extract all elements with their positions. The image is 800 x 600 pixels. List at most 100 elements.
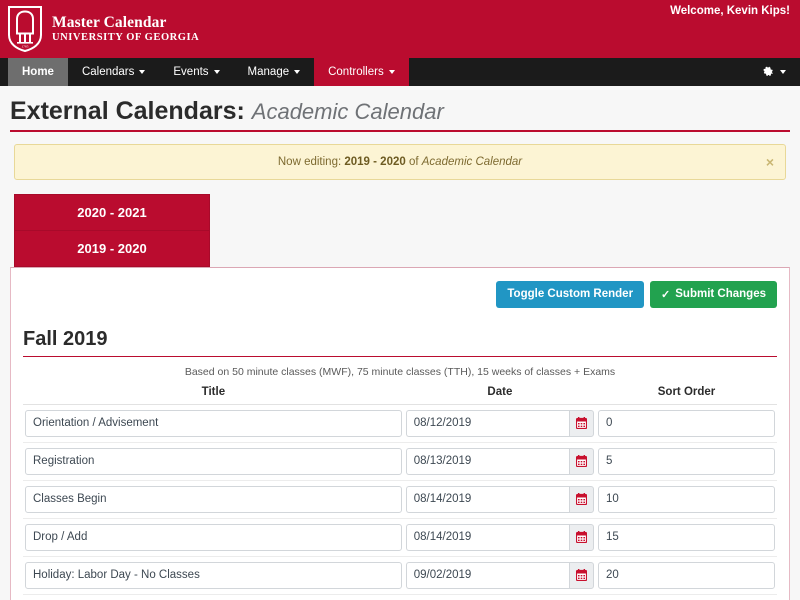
date-picker-button[interactable] <box>569 561 595 589</box>
chevron-down-icon <box>139 70 146 74</box>
cell-sort-order <box>596 556 777 595</box>
event-sort-order-input[interactable] <box>598 561 775 589</box>
alert-year: 2019 - 2020 <box>344 155 406 168</box>
panel-action-bar: Toggle Custom Render ✓ Submit Changes <box>23 278 777 308</box>
term-title: Fall 2019 <box>23 327 108 350</box>
event-date-input[interactable] <box>405 409 570 437</box>
event-sort-order-input[interactable] <box>598 523 775 551</box>
nav-settings-menu[interactable] <box>762 58 786 86</box>
cell-sort-order <box>596 518 777 557</box>
column-header-date: Date <box>403 385 597 405</box>
nav-item-controllers[interactable]: Controllers <box>314 58 409 86</box>
cell-sort-order <box>596 594 777 600</box>
tab-2020-2021[interactable]: 2020 - 2021 <box>14 193 210 230</box>
date-picker-button[interactable] <box>569 485 595 513</box>
table-row <box>23 556 777 595</box>
cell-title <box>23 556 404 595</box>
cell-title <box>23 442 404 481</box>
table-row <box>23 442 777 481</box>
event-sort-order-input[interactable] <box>598 409 775 437</box>
nav-item-manage-label: Manage <box>247 66 290 78</box>
event-title-input[interactable] <box>25 409 402 437</box>
calendar-editor-panel: Toggle Custom Render ✓ Submit Changes Fa… <box>10 266 790 600</box>
nav-item-calendars-label: Calendars <box>81 66 135 78</box>
event-sort-order-input[interactable] <box>598 447 775 475</box>
cell-title <box>23 594 404 600</box>
svg-text:1785: 1785 <box>22 45 29 49</box>
chevron-down-icon <box>388 70 395 74</box>
alert-middle: of <box>408 155 419 168</box>
calendar-icon <box>576 493 588 506</box>
cell-date <box>403 480 597 519</box>
gear-icon <box>763 66 774 76</box>
calendar-events-table: Title Date Sort Order <box>23 385 777 600</box>
page-title-main: External Calendars: <box>10 97 245 125</box>
table-head: Title Date Sort Order <box>23 385 777 405</box>
toggle-custom-render-button[interactable]: Toggle Custom Render <box>496 280 645 308</box>
event-date-input[interactable] <box>405 561 570 589</box>
table-row <box>23 404 777 443</box>
page-title: External Calendars: Academic Calendar <box>10 97 790 126</box>
tab-2019-2020-label: 2019 - 2020 <box>77 240 147 256</box>
check-icon: ✓ <box>661 288 671 301</box>
event-date-input[interactable] <box>405 523 570 551</box>
nav-item-home-label: Home <box>22 66 54 78</box>
nav-item-controllers-label: Controllers <box>328 66 384 78</box>
nav-item-home[interactable]: Home <box>8 58 68 86</box>
event-title-input[interactable] <box>25 523 402 551</box>
calendar-icon <box>576 455 588 468</box>
nav-item-calendars[interactable]: Calendars <box>68 58 159 86</box>
cell-title <box>23 480 404 519</box>
event-date-input[interactable] <box>405 447 570 475</box>
page-title-sub: Academic Calendar <box>251 99 444 124</box>
table-row <box>23 518 777 557</box>
brand-title: Master Calendar <box>52 14 167 32</box>
cell-title <box>23 404 404 443</box>
date-input-group <box>405 561 595 589</box>
tab-2020-2021-label: 2020 - 2021 <box>77 204 147 220</box>
calendar-icon <box>576 531 588 544</box>
cell-sort-order <box>596 480 777 519</box>
now-editing-alert: Now editing: 2019 - 2020 of Academic Cal… <box>14 143 786 180</box>
cell-date <box>403 594 597 600</box>
brand-block[interactable]: 1785 Master Calendar UNIVERSITY OF GEORG… <box>8 6 199 52</box>
nav-item-manage[interactable]: Manage <box>234 58 315 86</box>
event-title-input[interactable] <box>25 485 402 513</box>
table-body <box>23 404 777 600</box>
submit-changes-label: Submit Changes <box>675 288 766 301</box>
date-picker-button[interactable] <box>569 409 595 437</box>
nav-item-events-label: Events <box>173 66 209 78</box>
nav-item-events[interactable]: Events <box>159 58 233 86</box>
cell-date <box>403 442 597 481</box>
alert-prefix: Now editing: <box>277 155 342 168</box>
table-row <box>23 594 777 600</box>
event-sort-order-input[interactable] <box>598 485 775 513</box>
column-header-sort-order: Sort Order <box>596 385 777 405</box>
cell-sort-order <box>596 404 777 443</box>
cell-date <box>403 518 597 557</box>
event-title-input[interactable] <box>25 447 402 475</box>
term-note: Based on 50 minute classes (MWF), 75 min… <box>184 365 616 378</box>
term-heading: Fall 2019 <box>23 328 777 357</box>
date-input-group <box>405 409 595 437</box>
table-row <box>23 480 777 519</box>
event-title-input[interactable] <box>25 561 402 589</box>
welcome-message: Welcome, Kevin Kips! <box>670 5 790 17</box>
date-picker-button[interactable] <box>569 447 595 475</box>
date-picker-button[interactable] <box>569 523 595 551</box>
year-tabs: 2020 - 2021 2019 - 2020 <box>14 193 210 267</box>
column-header-title: Title <box>23 385 404 405</box>
brand-text: Master Calendar UNIVERSITY OF GEORGIA <box>52 14 199 43</box>
uga-arch-shield-icon: 1785 <box>8 6 42 52</box>
event-date-input[interactable] <box>405 485 570 513</box>
page-title-wrapper: External Calendars: Academic Calendar <box>10 97 790 132</box>
brand-subtitle: UNIVERSITY OF GEORGIA <box>52 31 200 43</box>
chevron-down-icon <box>213 70 220 74</box>
tab-2019-2020[interactable]: 2019 - 2020 <box>14 229 210 267</box>
cell-date <box>403 556 597 595</box>
chevron-down-icon <box>780 70 786 74</box>
cell-title <box>23 518 404 557</box>
submit-changes-button[interactable]: ✓ Submit Changes <box>650 280 777 308</box>
table-header-row: Title Date Sort Order <box>23 385 777 405</box>
alert-close-icon[interactable]: × <box>766 155 774 169</box>
